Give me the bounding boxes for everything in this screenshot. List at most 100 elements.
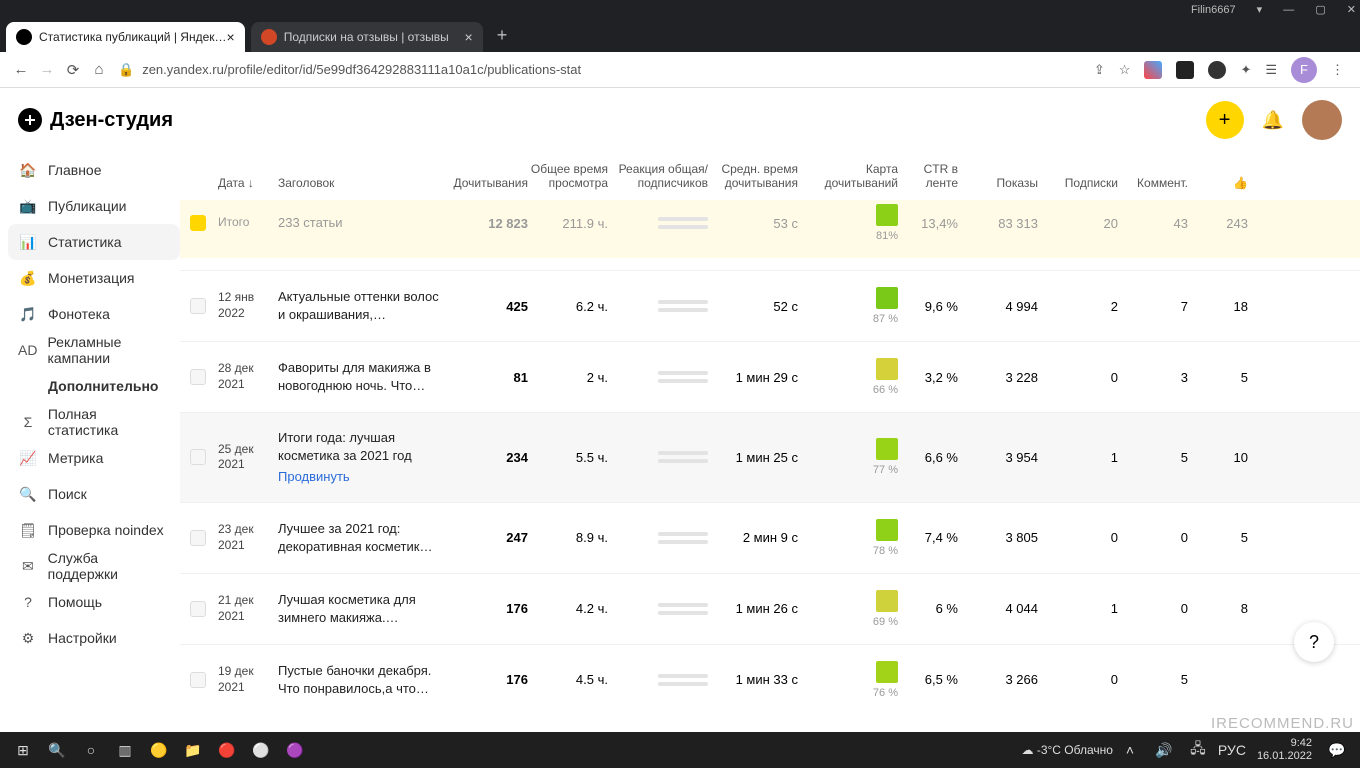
app-logo[interactable]: Дзен-студия bbox=[18, 108, 173, 132]
back-button[interactable]: ← bbox=[8, 61, 34, 78]
reload-button[interactable]: ⟳ bbox=[60, 61, 86, 79]
chrome-icon[interactable]: 🟡 bbox=[142, 742, 176, 759]
close-icon[interactable]: × bbox=[465, 29, 473, 45]
sidebar-item[interactable]: ΣПолная статистика bbox=[8, 404, 180, 440]
bell-icon[interactable]: 🔔 bbox=[1262, 110, 1284, 131]
sidebar-item[interactable]: Дополнительно bbox=[8, 368, 180, 404]
cell-react bbox=[608, 532, 708, 544]
col-comm[interactable]: Коммент. bbox=[1118, 176, 1188, 190]
close-icon[interactable]: × bbox=[227, 29, 235, 45]
summary-row: Итого233 статьи 12 823211.9 ч. 53 с 81% … bbox=[180, 200, 1360, 258]
menu-icon[interactable]: ⋮ bbox=[1331, 62, 1344, 78]
col-shows[interactable]: Показы bbox=[958, 176, 1038, 190]
taskview-icon[interactable]: ▥ bbox=[108, 742, 142, 759]
browser-tab-active[interactable]: Статистика публикаций | Яндек… × bbox=[6, 22, 245, 52]
cell-date: 12 янв2022 bbox=[218, 290, 278, 321]
network-icon[interactable]: 🖧 bbox=[1181, 738, 1215, 762]
sidebar-item[interactable]: 🏠Главное bbox=[8, 152, 180, 188]
create-button[interactable]: + bbox=[1206, 101, 1244, 139]
clock[interactable]: 9:4216.01.2022 bbox=[1249, 737, 1320, 763]
col-title[interactable]: Заголовок bbox=[278, 176, 448, 190]
user-avatar[interactable] bbox=[1302, 100, 1342, 140]
extension-icon[interactable] bbox=[1144, 61, 1162, 79]
tray-chevron-icon[interactable]: ˄ bbox=[1113, 742, 1147, 758]
col-subs[interactable]: Подписки bbox=[1038, 176, 1118, 190]
window-restore-icon[interactable]: — bbox=[1283, 4, 1294, 16]
cell-reads: 176 bbox=[448, 672, 528, 687]
sidebar-item[interactable]: ADРекламные кампании bbox=[8, 332, 180, 368]
window-x-icon[interactable]: ✕ bbox=[1347, 4, 1356, 16]
table-row[interactable]: 23 дек2021 Лучшее за 2021 год: декоратив… bbox=[180, 502, 1360, 573]
col-reads[interactable]: Дочитывания bbox=[448, 176, 528, 190]
sidebar-icon: 🎵 bbox=[18, 306, 38, 323]
forward-button[interactable]: → bbox=[34, 61, 60, 78]
cell-card: 78 % bbox=[798, 519, 898, 557]
taskbar[interactable]: ⊞ 🔍 ○ ▥ 🟡 📁 🔴 ⚪ 🟣 ☁ -3°C Облачно ˄ 🔊 🖧 Р… bbox=[0, 732, 1360, 768]
window-min-icon[interactable]: ▾ bbox=[1257, 4, 1263, 16]
address-bar[interactable]: 🔒 zen.yandex.ru/profile/editor/id/5e99df… bbox=[112, 62, 1086, 78]
cell-reads: 176 bbox=[448, 601, 528, 616]
browser-tab[interactable]: Подписки на отзывы | отзывы × bbox=[251, 22, 483, 52]
volume-icon[interactable]: 🔊 bbox=[1147, 742, 1181, 759]
col-card[interactable]: Карта дочитываний bbox=[798, 162, 898, 190]
table-row[interactable]: 21 дек2021 Лучшая косметика для зимнего … bbox=[180, 573, 1360, 644]
checkbox[interactable] bbox=[190, 215, 206, 231]
cortana-icon[interactable]: ○ bbox=[74, 742, 108, 758]
col-watch[interactable]: Общее время просмотра bbox=[528, 162, 608, 190]
reading-list-icon[interactable]: ☰ bbox=[1265, 62, 1277, 78]
notifications-icon[interactable]: 💬 bbox=[1320, 742, 1354, 759]
search-icon[interactable]: 🔍 bbox=[40, 742, 74, 759]
profile-avatar[interactable]: F bbox=[1291, 57, 1317, 83]
col-date[interactable]: Дата bbox=[218, 176, 278, 190]
sidebar-item[interactable]: ⚙Настройки bbox=[8, 620, 180, 656]
puzzle-icon[interactable]: ✦ bbox=[1240, 62, 1251, 78]
col-react[interactable]: Реакция общая/ подписчиков bbox=[608, 162, 708, 190]
sidebar-item[interactable]: 📊Статистика bbox=[8, 224, 180, 260]
checkbox[interactable] bbox=[190, 298, 206, 314]
checkbox[interactable] bbox=[190, 449, 206, 465]
checkbox[interactable] bbox=[190, 601, 206, 617]
sidebar-icon: 📈 bbox=[18, 450, 38, 467]
col-ctr[interactable]: CTR в ленте bbox=[898, 162, 958, 190]
table-row[interactable]: 28 дек2021 Фавориты для макияжа в нового… bbox=[180, 341, 1360, 412]
col-likes[interactable]: 👍 bbox=[1188, 176, 1248, 190]
checkbox[interactable] bbox=[190, 672, 206, 688]
share-icon[interactable]: ⇪ bbox=[1094, 62, 1105, 78]
home-button[interactable]: ⌂ bbox=[86, 61, 112, 78]
sidebar-item[interactable]: 🎵Фонотека bbox=[8, 296, 180, 332]
sidebar-item[interactable]: 📺Публикации bbox=[8, 188, 180, 224]
table-row[interactable]: 12 янв2022 Актуальные оттенки волос и ок… bbox=[180, 270, 1360, 341]
weather-widget[interactable]: ☁ -3°C Облачно bbox=[1021, 743, 1112, 757]
yandex-icon[interactable]: ⚪ bbox=[244, 742, 278, 759]
cell-watch: 5.5 ч. bbox=[528, 450, 608, 465]
sidebar-item[interactable]: 💰Монетизация bbox=[8, 260, 180, 296]
table-row[interactable]: 25 дек2021 Итоги года: лучшая косметика … bbox=[180, 412, 1360, 502]
opera-icon[interactable]: 🔴 bbox=[210, 742, 244, 759]
cell-date: 28 дек2021 bbox=[218, 361, 278, 392]
table-row[interactable]: 19 дек2021 Пустые баночки декабря. Что п… bbox=[180, 644, 1360, 715]
toolbar-actions: ⇪ ☆ ✦ ☰ F ⋮ bbox=[1086, 57, 1352, 83]
checkbox[interactable] bbox=[190, 369, 206, 385]
explorer-icon[interactable]: 📁 bbox=[176, 742, 210, 759]
sidebar-item[interactable]: 🗒Проверка noindex bbox=[8, 512, 180, 548]
start-button[interactable]: ⊞ bbox=[6, 742, 40, 759]
new-tab-button[interactable]: + bbox=[489, 25, 516, 52]
window-close-icon[interactable]: ▢ bbox=[1315, 4, 1325, 16]
sidebar-label: Статистика bbox=[48, 234, 122, 250]
discord-icon[interactable]: 🟣 bbox=[278, 742, 312, 759]
sidebar-item[interactable]: ✉Служба поддержки bbox=[8, 548, 180, 584]
checkbox[interactable] bbox=[190, 530, 206, 546]
sidebar-item[interactable]: 🔍Поиск bbox=[8, 476, 180, 512]
cell-title: Лучшая косметика для зимнего макияжа.… bbox=[278, 591, 448, 626]
col-avg[interactable]: Средн. время дочитывания bbox=[708, 162, 798, 190]
sidebar-item[interactable]: ?Помощь bbox=[8, 584, 180, 620]
table-body[interactable]: Итого233 статьи 12 823211.9 ч. 53 с 81% … bbox=[180, 200, 1360, 720]
extension-icon[interactable] bbox=[1208, 61, 1226, 79]
extension-icon[interactable] bbox=[1176, 61, 1194, 79]
promote-link[interactable]: Продвинуть bbox=[278, 468, 448, 486]
help-fab[interactable]: ? bbox=[1294, 622, 1334, 662]
lang-indicator[interactable]: РУС bbox=[1215, 742, 1249, 758]
cell-avg: 1 мин 29 с bbox=[708, 370, 798, 385]
star-icon[interactable]: ☆ bbox=[1119, 62, 1131, 78]
sidebar-item[interactable]: 📈Метрика bbox=[8, 440, 180, 476]
